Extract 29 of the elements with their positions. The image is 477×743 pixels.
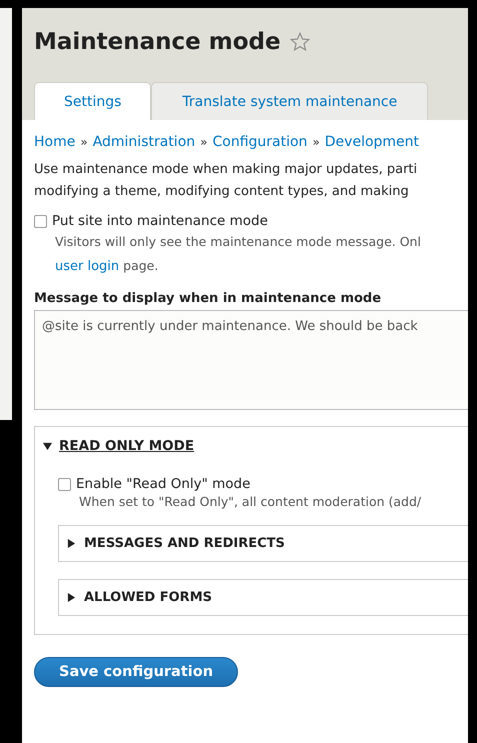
section-toggle[interactable]: READ ONLY MODE <box>59 438 194 454</box>
field-label: Message to display when in maintenance mode <box>34 291 382 306</box>
section-title: MESSAGES AND REDIRECTS <box>84 536 285 551</box>
collapsible-section[interactable]: ALLOWED FORMS <box>58 579 468 616</box>
description-text: page. <box>123 258 158 273</box>
checkbox-label: Put site into maintenance mode <box>52 213 268 229</box>
breadcrumb-separator: » <box>312 135 320 149</box>
checkbox[interactable] <box>58 478 71 490</box>
user-login-link[interactable]: user login <box>55 259 120 274</box>
save-configuration-button[interactable]: Save configuration <box>34 657 238 687</box>
breadcrumb-link[interactable]: Administration <box>92 134 196 150</box>
breadcrumb-separator: » <box>80 135 88 149</box>
tab[interactable]: Translate system maintenance <box>151 82 428 120</box>
checkbox[interactable] <box>34 214 47 228</box>
intro-text: Use maintenance mode when making major updates, parti <box>34 161 418 179</box>
message-textarea[interactable]: @site is currently under maintenance. We should be back <box>34 310 468 410</box>
breadcrumb-separator: » <box>200 135 208 149</box>
page-title: Maintenance mode <box>34 29 281 55</box>
section-title: ALLOWED FORMS <box>84 590 212 605</box>
breadcrumb-link[interactable]: Development <box>324 134 420 150</box>
breadcrumb-link[interactable]: Configuration <box>212 134 308 150</box>
star-icon[interactable] <box>288 31 311 53</box>
checkbox-label: Enable "Read Only" mode <box>76 476 250 492</box>
collapsible-section[interactable]: MESSAGES AND REDIRECTS <box>58 525 468 562</box>
intro-text: modifying a theme, modifying content types, and making <box>34 183 410 201</box>
description-text: When set to "Read Only", all content moderation (add/ <box>79 494 422 509</box>
description-text: Visitors will only see the maintenance mode message. Onl <box>55 233 422 251</box>
tab[interactable]: Settings <box>34 82 152 120</box>
breadcrumb-link[interactable]: Home <box>34 134 76 150</box>
